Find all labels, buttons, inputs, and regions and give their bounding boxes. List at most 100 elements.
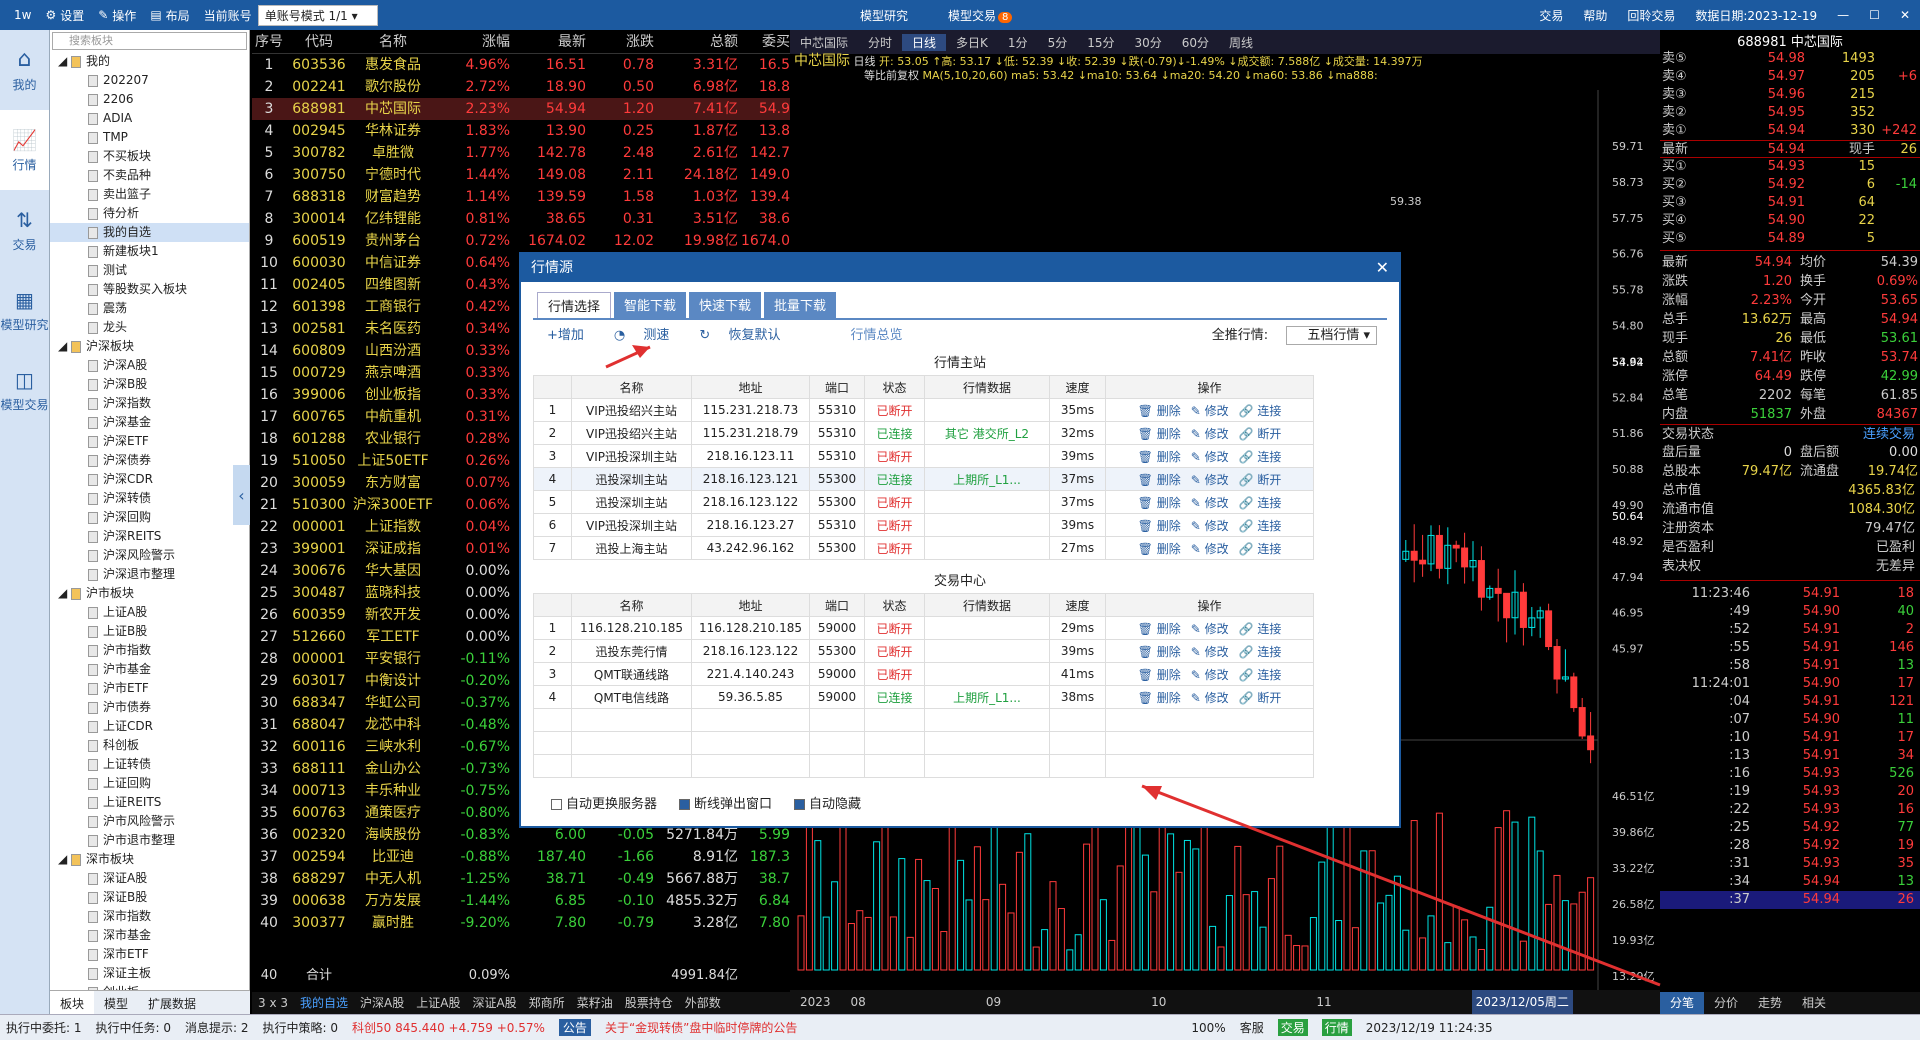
table-row[interactable]: 39 000638 万方发展 -1.44% 6.85 -0.10 4855.32万 6.84	[252, 890, 790, 912]
tab-ext-data[interactable]: 扩展数据	[138, 991, 206, 1014]
table-row[interactable]: 2 002241 歌尔股份 2.72% 18.90 0.50 6.98亿 18.8	[252, 76, 790, 98]
connect-button[interactable]: 🔗 连接	[1239, 519, 1282, 533]
quote-tab[interactable]: 菜籽油	[571, 992, 619, 1014]
add-button[interactable]: +增加	[547, 324, 584, 343]
nav-model-research[interactable]: ▦ 模型研究	[0, 270, 49, 350]
chart-tab[interactable]: 1分	[998, 34, 1038, 51]
checkbox-0[interactable]: 自动更换服务器	[551, 793, 657, 812]
tree-node[interactable]: 上证B股	[50, 622, 249, 641]
tree-node[interactable]: 沪深ETF	[50, 432, 249, 451]
tree-node[interactable]: 震荡	[50, 299, 249, 318]
tree-node[interactable]: 沪深转债	[50, 489, 249, 508]
edit-button[interactable]: ✎ 修改	[1191, 404, 1229, 418]
tree-node[interactable]: 创业板	[50, 983, 249, 990]
tree-node[interactable]: 卖出篮子	[50, 185, 249, 204]
tree-node[interactable]: TMP	[50, 128, 249, 147]
right-tab[interactable]: 相关	[1792, 992, 1836, 1014]
status-item[interactable]: 行情	[1321, 1019, 1352, 1036]
disconnect-button[interactable]: 🔗 断开	[1239, 473, 1282, 487]
status-item[interactable]: 交易	[1277, 1019, 1308, 1036]
menu-layout[interactable]: ▤ 布局	[150, 7, 189, 24]
table-row[interactable]: 1 603536 惠发食品 4.96% 16.51 0.78 3.31亿 16.5	[252, 54, 790, 76]
table-row[interactable]: 3 QMT联通线路 221.4.140.243 59000 已断开 41ms 🗑 删除 ✎ 修…	[533, 662, 1314, 686]
table-row[interactable]: 4 迅投深圳主站 218.16.123.121 55300 已连接 上期所_L1... 37…	[533, 467, 1314, 491]
tree-node[interactable]: 2206	[50, 90, 249, 109]
checkbox-box[interactable]	[794, 799, 806, 810]
table-row[interactable]: 7 688318 财富趋势 1.14% 139.59 1.58 1.03亿 139.4	[252, 186, 790, 208]
chart-tab[interactable]: 15分	[1077, 34, 1124, 51]
table-row[interactable]: 5 迅投深圳主站 218.16.123.122 55300 已断开 37ms 🗑 删除 ✎ 修…	[533, 490, 1314, 514]
speed-test-button[interactable]: ◔ 测速	[614, 324, 670, 343]
table-row[interactable]: 5 300782 卓胜微 1.77% 142.78 2.48 2.61亿 142.7	[252, 142, 790, 164]
delete-button[interactable]: 🗑 删除	[1138, 450, 1181, 464]
tree-node[interactable]: 我的自选	[50, 223, 249, 242]
tab-model[interactable]: 模型	[94, 991, 138, 1014]
tree-node[interactable]: 沪市ETF	[50, 679, 249, 698]
menu-help[interactable]: 帮助	[1583, 7, 1607, 24]
tree-node[interactable]: 待分析	[50, 204, 249, 223]
checkbox-box[interactable]	[551, 799, 562, 810]
tree-node[interactable]: 不卖品种	[50, 166, 249, 185]
sector-search-input[interactable]: 搜索板块	[52, 32, 247, 50]
expand-icon[interactable]: ◢	[58, 339, 71, 353]
tree-node[interactable]: 沪深CDR	[50, 470, 249, 489]
chart-tab[interactable]: 分时	[858, 34, 902, 51]
chart-tab[interactable]: 中芯国际	[790, 34, 858, 51]
tree-node[interactable]: 沪深风险警示	[50, 546, 249, 565]
connect-button[interactable]: 🔗 连接	[1239, 450, 1282, 464]
quote-tab[interactable]: 上证A股	[410, 992, 466, 1014]
delete-button[interactable]: 🗑 删除	[1138, 668, 1181, 682]
tree-node[interactable]: 沪深指数	[50, 394, 249, 413]
delete-button[interactable]: 🗑 删除	[1138, 622, 1181, 636]
close-icon[interactable]: ✕	[1900, 8, 1910, 22]
right-tab[interactable]: 分价	[1704, 992, 1748, 1014]
connect-button[interactable]: 🔗 连接	[1239, 622, 1282, 636]
quote-tab[interactable]: 外部数	[679, 992, 727, 1014]
tree-node[interactable]: 沪深债券	[50, 451, 249, 470]
table-row[interactable]: 37 002594 比亚迪 -0.88% 187.40 -1.66 8.91亿 187.3	[252, 846, 790, 868]
edit-button[interactable]: ✎ 修改	[1191, 645, 1229, 659]
dialog-tab[interactable]: 行情选择	[537, 292, 612, 318]
edit-button[interactable]: ✎ 修改	[1191, 519, 1229, 533]
expand-icon[interactable]: ◢	[58, 586, 71, 600]
menu-settings[interactable]: ⚙ 设置	[45, 7, 84, 24]
quote-tab[interactable]: 股票持仓	[619, 992, 679, 1014]
tree-node[interactable]: ◢ 深市板块	[50, 850, 249, 869]
tree-node[interactable]: 沪市债券	[50, 698, 249, 717]
delete-button[interactable]: 🗑 删除	[1138, 519, 1181, 533]
chart-tab[interactable]: 60分	[1172, 34, 1219, 51]
tree-node[interactable]: 不买板块	[50, 147, 249, 166]
chart-tab[interactable]: 周线	[1219, 34, 1263, 51]
chart-tab[interactable]: 30分	[1124, 34, 1171, 51]
table-row[interactable]: 6 VIP迅投深圳主站 218.16.123.27 55310 已断开 39ms 🗑 删除 ✎…	[533, 513, 1314, 537]
menu-trade[interactable]: 交易	[1539, 7, 1563, 24]
table-row[interactable]: 1 VIP迅投绍兴主站 115.231.218.73 55310 已断开 35ms 🗑 删除…	[533, 398, 1314, 422]
quote-tab[interactable]: 3 x 3	[252, 992, 294, 1014]
expand-icon[interactable]: ◢	[58, 852, 71, 866]
table-row[interactable]: 7 迅投上海主站 43.242.96.162 55300 已断开 27ms 🗑 删除 ✎ 修改…	[533, 536, 1314, 560]
menu-operate[interactable]: ✎ 操作	[98, 7, 136, 24]
tree-node[interactable]: 深证A股	[50, 869, 249, 888]
tree-node[interactable]: 沪深REITS	[50, 527, 249, 546]
tree-node[interactable]: 科创板	[50, 736, 249, 755]
delete-button[interactable]: 🗑 删除	[1138, 427, 1181, 441]
quote-tab[interactable]: 深证A股	[466, 992, 522, 1014]
tree-node[interactable]: ◢ 沪市板块	[50, 584, 249, 603]
tree-node[interactable]: 深市基金	[50, 926, 249, 945]
tree-node[interactable]: 上证A股	[50, 603, 249, 622]
dialog-close-icon[interactable]: ✕	[1376, 254, 1389, 282]
table-row[interactable]: 9 600519 贵州茅台 0.72% 1674.02 12.02 19.98亿 1674.0	[252, 230, 790, 252]
account-select[interactable]: 单账号模式 1/1 ▾	[257, 4, 378, 26]
table-row[interactable]: 6 300750 宁德时代 1.44% 149.08 2.11 24.18亿 149.0	[252, 164, 790, 186]
tree-node[interactable]: 上证CDR	[50, 717, 249, 736]
table-row[interactable]: 2 VIP迅投绍兴主站 115.231.218.79 55310 已连接 其它 港交所_L…	[533, 421, 1314, 445]
tab-sector[interactable]: 板块	[50, 991, 95, 1014]
right-tab[interactable]: 分笔	[1660, 992, 1705, 1014]
checkbox-1[interactable]: 断线弹出窗口	[679, 793, 772, 812]
table-row[interactable]: 8 300014 亿纬锂能 0.81% 38.65 0.31 3.51亿 38.6	[252, 208, 790, 230]
tree-node[interactable]: 深证B股	[50, 888, 249, 907]
tree-node[interactable]: ◢ 我的	[50, 52, 249, 71]
dialog-tab[interactable]: 智能下载	[614, 292, 687, 318]
tree-node[interactable]: 沪深回购	[50, 508, 249, 527]
overview-link[interactable]: 行情总览	[850, 324, 902, 343]
